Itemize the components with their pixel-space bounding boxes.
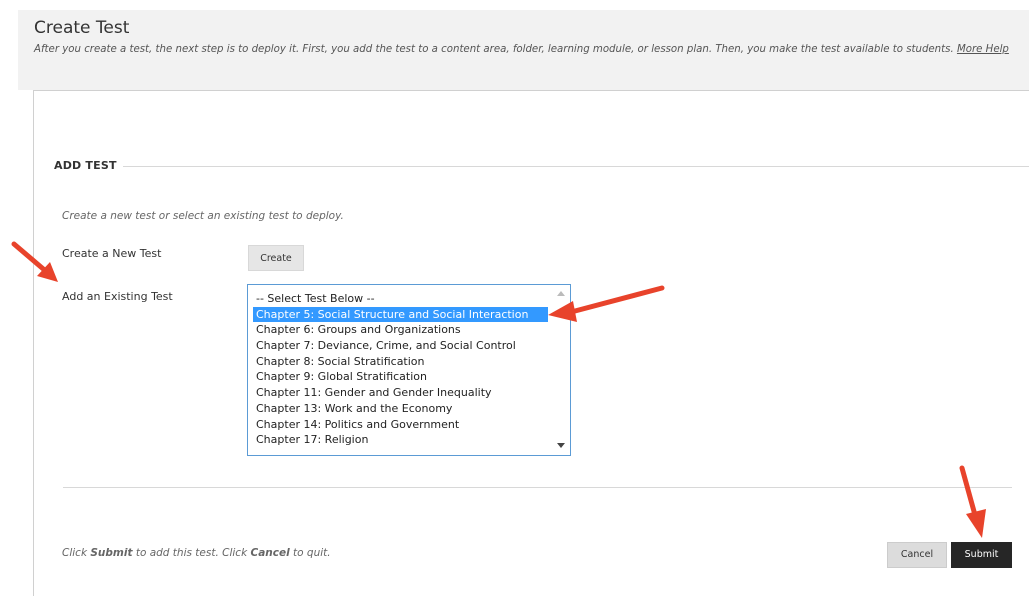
- page-subtitle: After you create a test, the next step i…: [34, 44, 1009, 55]
- section-rule: [123, 166, 1029, 167]
- footer-divider: [63, 487, 1012, 488]
- add-existing-test-label: Add an Existing Test: [62, 290, 173, 303]
- listbox-option[interactable]: Chapter 13: Work and the Economy: [253, 401, 548, 417]
- create-button[interactable]: Create: [248, 245, 304, 271]
- page-subtitle-text: After you create a test, the next step i…: [34, 44, 954, 55]
- listbox-options: -- Select Test Below -- Chapter 5: Social…: [253, 291, 548, 448]
- more-help-link[interactable]: More Help: [957, 44, 1009, 55]
- listbox-option[interactable]: Chapter 5: Social Structure and Social I…: [253, 306, 548, 323]
- existing-test-listbox[interactable]: -- Select Test Below -- Chapter 5: Social…: [247, 284, 571, 456]
- footer-cancel-word: Cancel: [250, 547, 290, 559]
- page-title: Create Test: [34, 18, 130, 38]
- footer-text-post: to quit.: [289, 547, 331, 559]
- listbox-scrollbar[interactable]: [552, 285, 570, 455]
- listbox-option[interactable]: Chapter 8: Social Stratification: [253, 354, 548, 370]
- listbox-option[interactable]: Chapter 7: Deviance, Crime, and Social C…: [253, 338, 548, 354]
- create-new-test-label: Create a New Test: [62, 247, 162, 260]
- footer-instructions: Click Submit to add this test. Click Can…: [62, 547, 331, 559]
- listbox-option[interactable]: Chapter 17: Religion: [253, 432, 548, 448]
- scroll-up-icon[interactable]: [557, 291, 565, 296]
- footer-submit-word: Submit: [90, 547, 133, 559]
- scroll-down-icon[interactable]: [557, 443, 565, 448]
- section-heading: ADD TEST: [54, 159, 117, 172]
- footer-text-mid: to add this test. Click: [132, 547, 251, 559]
- listbox-option[interactable]: Chapter 6: Groups and Organizations: [253, 322, 548, 338]
- footer-text-pre: Click: [62, 547, 91, 559]
- listbox-option[interactable]: Chapter 9: Global Stratification: [253, 369, 548, 385]
- section-instructions: Create a new test or select an existing …: [62, 210, 344, 222]
- cancel-button[interactable]: Cancel: [887, 542, 947, 568]
- submit-button[interactable]: Submit: [951, 542, 1012, 568]
- listbox-option[interactable]: Chapter 11: Gender and Gender Inequality: [253, 385, 548, 401]
- listbox-option[interactable]: -- Select Test Below --: [253, 291, 548, 307]
- listbox-option[interactable]: Chapter 14: Politics and Government: [253, 417, 548, 433]
